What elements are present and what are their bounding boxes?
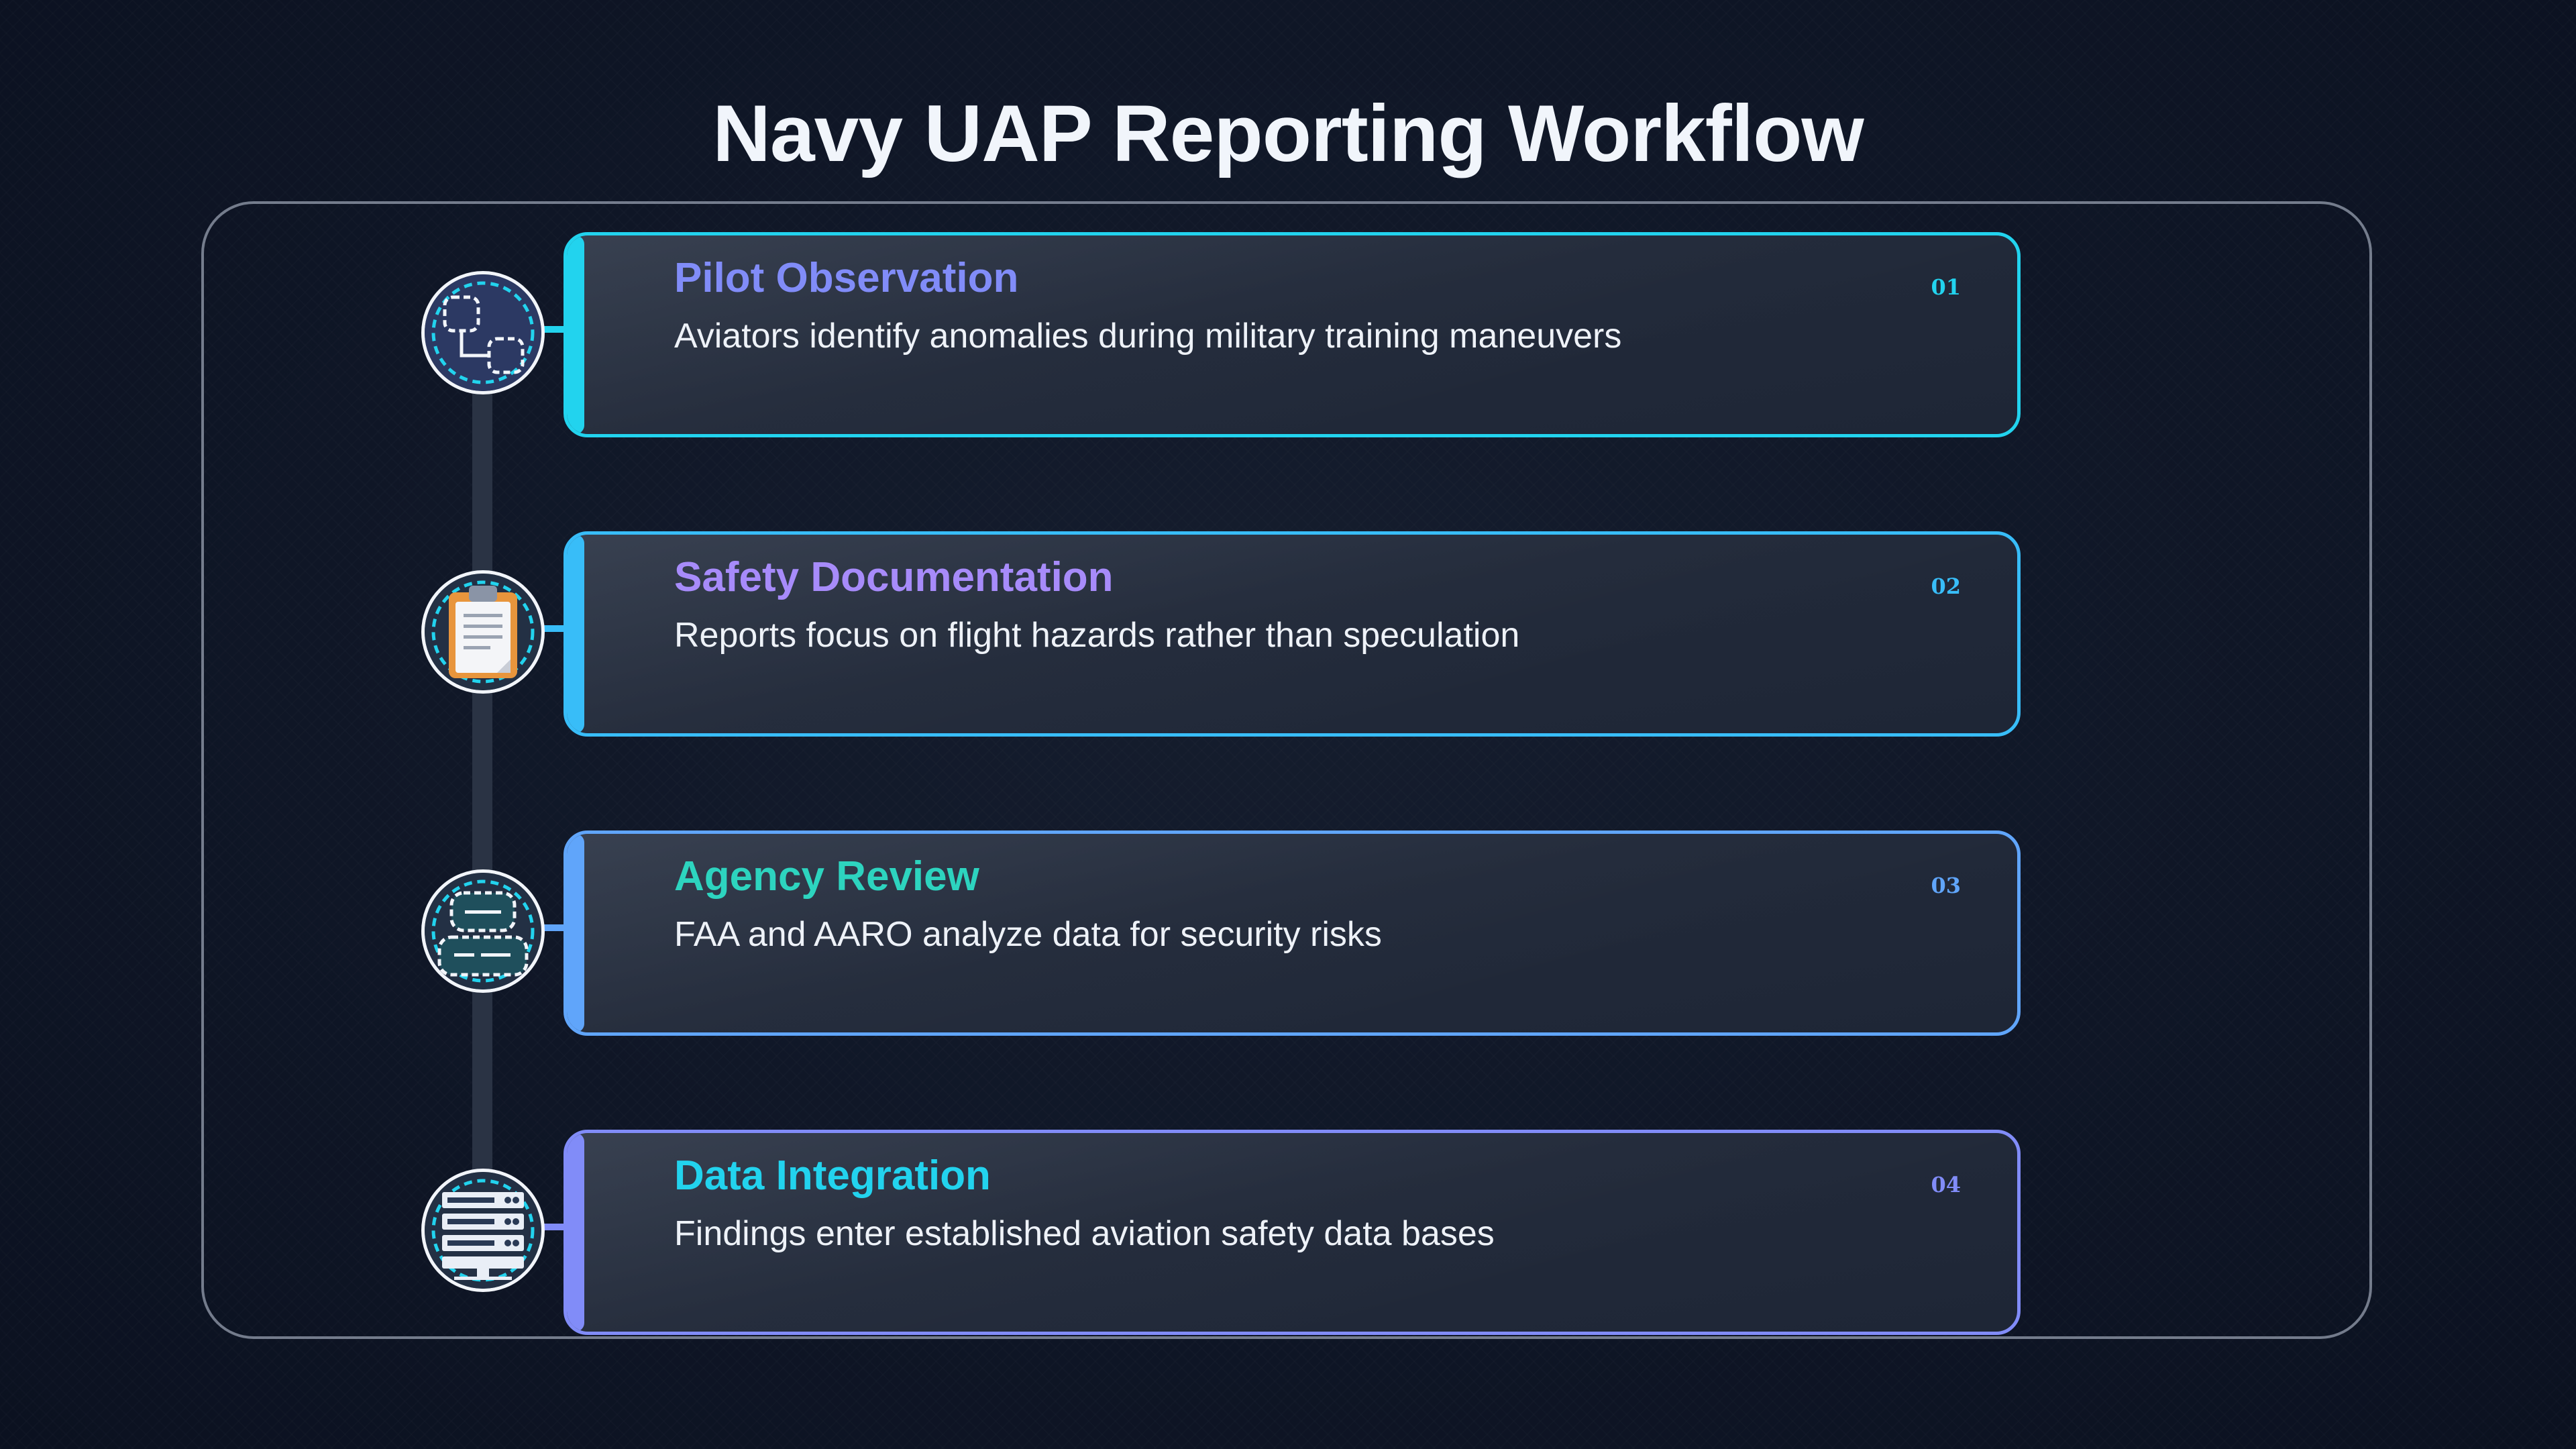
step-description: Aviators identify anomalies during milit… bbox=[674, 317, 1622, 356]
step-icon-circle bbox=[421, 570, 545, 694]
step-number: 02 bbox=[1931, 574, 1961, 599]
step-accent-bar bbox=[567, 1133, 584, 1332]
step-card: Pilot Observation Aviators identify anom… bbox=[564, 232, 2021, 437]
workflow-step-2: Safety Documentation Reports focus on fl… bbox=[0, 531, 2576, 739]
workflow-step-1: Pilot Observation Aviators identify anom… bbox=[0, 232, 2576, 440]
step-number: 04 bbox=[1931, 1172, 1961, 1197]
step-accent-bar bbox=[567, 834, 584, 1032]
step-card: Agency Review FAA and AARO analyze data … bbox=[564, 830, 2021, 1036]
step-icon-circle bbox=[421, 271, 545, 394]
step-description: Findings enter established aviation safe… bbox=[674, 1214, 1495, 1253]
step-title: Pilot Observation bbox=[674, 255, 1019, 301]
workflow-step-4: Data Integration Findings enter establis… bbox=[0, 1130, 2576, 1338]
step-description: Reports focus on flight hazards rather t… bbox=[674, 616, 1520, 655]
step-icon-circle bbox=[421, 1169, 545, 1292]
workflow-step-3: Agency Review FAA and AARO analyze data … bbox=[0, 830, 2576, 1038]
step-card: Safety Documentation Reports focus on fl… bbox=[564, 531, 2021, 737]
clipboard-icon bbox=[425, 574, 541, 690]
step-number: 03 bbox=[1931, 873, 1961, 898]
step-card: Data Integration Findings enter establis… bbox=[564, 1130, 2021, 1335]
server-rack-icon bbox=[425, 1172, 541, 1289]
step-number: 01 bbox=[1931, 274, 1961, 300]
step-title: Safety Documentation bbox=[674, 554, 1114, 600]
database-icon bbox=[425, 873, 541, 989]
page-title: Navy UAP Reporting Workflow bbox=[712, 89, 1864, 178]
step-title: Data Integration bbox=[674, 1152, 991, 1199]
timeline-connector bbox=[472, 376, 492, 1228]
step-icon-circle bbox=[421, 869, 545, 993]
step-title: Agency Review bbox=[674, 853, 979, 900]
step-accent-bar bbox=[567, 535, 584, 733]
flowchart-icon bbox=[425, 274, 541, 391]
step-description: FAA and AARO analyze data for security r… bbox=[674, 915, 1382, 954]
step-accent-bar bbox=[567, 235, 584, 434]
